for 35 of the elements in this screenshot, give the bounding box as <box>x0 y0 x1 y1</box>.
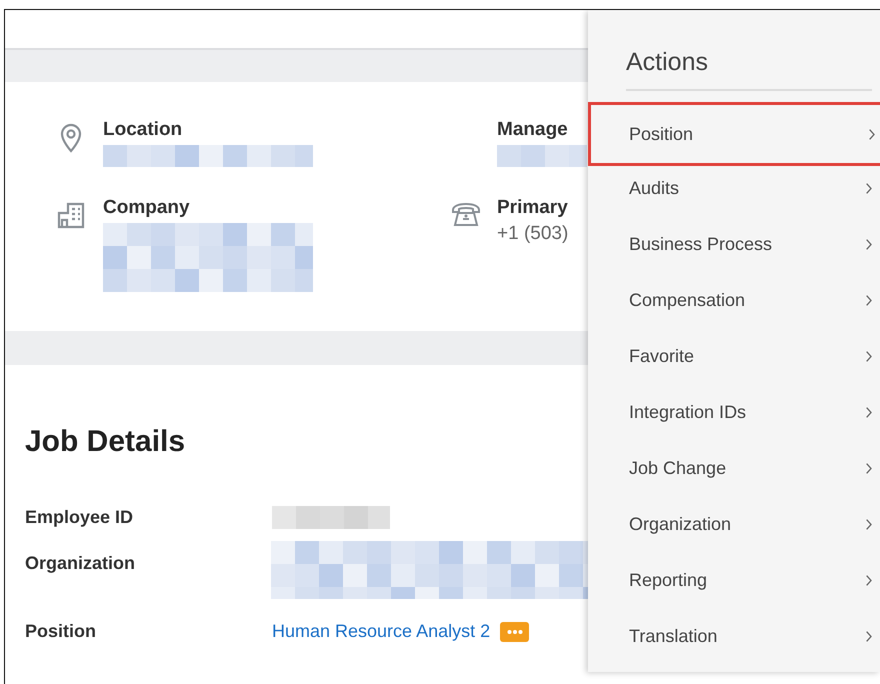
chevron-right-icon <box>866 574 872 586</box>
menu-item[interactable]: Position <box>588 102 880 166</box>
menu-item[interactable]: Organization <box>588 498 880 550</box>
chevron-right-icon <box>866 630 872 642</box>
field-label: Primary <box>497 197 568 219</box>
ellipsis-icon <box>506 628 523 634</box>
telephone-icon <box>451 201 481 227</box>
position-link[interactable]: Human Resource Analyst 2 <box>272 621 490 642</box>
chevron-right-icon <box>866 350 872 362</box>
chevron-right-icon <box>866 462 872 474</box>
chevron-right-icon <box>869 128 875 140</box>
field-label: Organization <box>25 552 136 574</box>
chevron-right-icon <box>866 182 872 194</box>
field-label: Location <box>103 119 184 141</box>
chevron-right-icon <box>866 238 872 250</box>
building-icon <box>57 201 85 229</box>
menu-item[interactable]: Integration IDs <box>588 386 880 438</box>
related-actions-button[interactable] <box>500 622 530 642</box>
menu-item[interactable]: Business Process <box>588 218 880 270</box>
location-pin-icon <box>60 123 82 153</box>
menu-item[interactable]: Job Change <box>588 442 880 494</box>
chevron-right-icon <box>866 294 872 306</box>
chevron-right-icon <box>866 518 872 530</box>
chevron-right-icon <box>866 406 872 418</box>
menu-item[interactable]: Translation <box>588 610 880 662</box>
menu-title: Actions <box>626 48 709 77</box>
menu-item[interactable]: Compensation <box>588 274 880 326</box>
section-title: Job Details <box>25 425 186 459</box>
field-label: Employee ID <box>25 506 134 528</box>
field-label: Company <box>103 197 191 219</box>
field-label: Position <box>25 621 97 642</box>
field-value: +1 (503) <box>497 223 568 245</box>
menu-item[interactable]: Reporting <box>588 554 880 606</box>
field-label: Manage <box>497 119 569 141</box>
menu-item[interactable]: Favorite <box>588 330 880 382</box>
